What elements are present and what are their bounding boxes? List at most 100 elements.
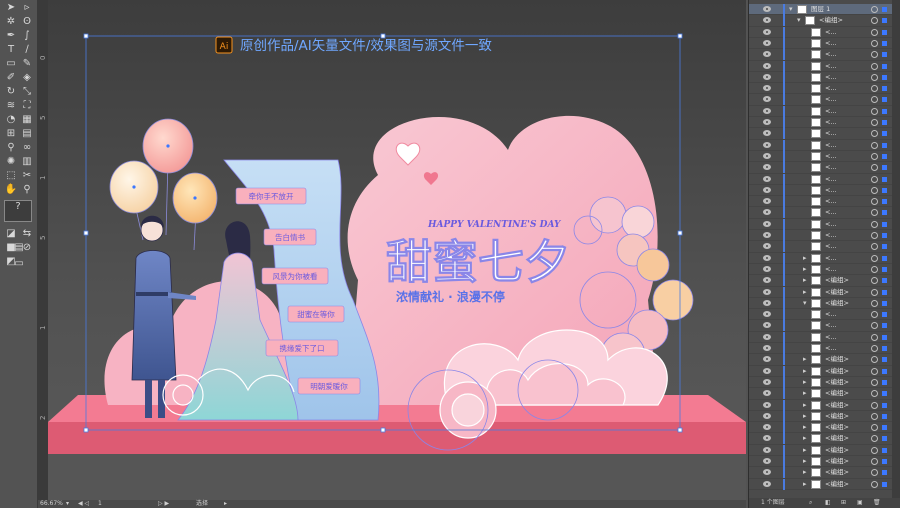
screen-mode-icon[interactable]: ▭: [12, 258, 26, 270]
prev-artboard-icon[interactable]: ◀ ◁: [78, 500, 89, 508]
selection-indicator[interactable]: [882, 402, 887, 408]
free-transform-icon[interactable]: ⛶: [20, 100, 34, 112]
expand-toggle-icon[interactable]: ▸: [803, 434, 807, 443]
perspective-grid-icon[interactable]: ▦: [20, 114, 34, 126]
hand-tool-icon[interactable]: ✋: [4, 184, 18, 196]
visibility-eye-icon[interactable]: [763, 322, 771, 329]
expand-toggle-icon[interactable]: ▸: [803, 468, 807, 477]
layer-name[interactable]: <...: [825, 72, 837, 83]
layer-row[interactable]: ▸ <编组>: [749, 275, 893, 287]
visibility-eye-icon[interactable]: [763, 220, 771, 227]
selection-indicator[interactable]: [882, 391, 887, 397]
layers-scrollbar[interactable]: [892, 0, 900, 508]
layer-row[interactable]: <...: [749, 37, 893, 50]
target-circle-icon[interactable]: [871, 62, 878, 70]
layer-row[interactable]: <...: [749, 83, 893, 95]
selection-indicator[interactable]: [882, 74, 887, 80]
selection-indicator[interactable]: [882, 187, 887, 193]
layer-row[interactable]: <...: [749, 196, 893, 208]
expand-toggle-icon[interactable]: ▸: [803, 389, 807, 398]
layer-name[interactable]: <...: [825, 332, 837, 343]
layer-name[interactable]: <...: [825, 27, 837, 38]
swap-colors-icon[interactable]: ⇆: [20, 228, 34, 240]
visibility-eye-icon[interactable]: [763, 446, 771, 453]
selection-indicator[interactable]: [882, 379, 887, 385]
layer-name[interactable]: <...: [825, 185, 837, 196]
target-circle-icon[interactable]: [871, 175, 878, 183]
selection-indicator[interactable]: [882, 108, 887, 114]
expand-toggle-icon[interactable]: ▸: [803, 288, 807, 297]
layer-row[interactable]: <...: [749, 60, 893, 72]
selection-tool-icon[interactable]: ➤: [4, 2, 18, 14]
layer-row[interactable]: <...: [749, 207, 893, 219]
expand-toggle-icon[interactable]: ▸: [803, 446, 807, 455]
magic-wand-icon[interactable]: ✲: [4, 16, 18, 28]
selection-indicator[interactable]: [882, 199, 887, 205]
selection-indicator[interactable]: [882, 233, 887, 238]
target-circle-icon[interactable]: [871, 480, 878, 488]
new-sublayer-icon[interactable]: ⊞: [841, 498, 846, 508]
selection-indicator[interactable]: [882, 165, 887, 171]
selection-indicator[interactable]: [882, 131, 887, 137]
layer-row[interactable]: ▸ <编组>: [749, 388, 893, 400]
target-circle-icon[interactable]: [871, 367, 878, 375]
layer-row[interactable]: <...: [749, 128, 893, 140]
layer-name[interactable]: <编组>: [825, 467, 849, 478]
selection-indicator[interactable]: [882, 312, 887, 318]
target-circle-icon[interactable]: [871, 141, 878, 149]
layer-row[interactable]: <...: [749, 105, 893, 118]
target-circle-icon[interactable]: [871, 299, 878, 307]
layer-row[interactable]: <...: [749, 150, 893, 163]
visibility-eye-icon[interactable]: [763, 265, 771, 272]
target-circle-icon[interactable]: [871, 243, 878, 251]
target-circle-icon[interactable]: [871, 39, 878, 47]
selection-indicator[interactable]: [882, 18, 887, 24]
visibility-eye-icon[interactable]: [763, 232, 771, 238]
visibility-eye-icon[interactable]: [763, 62, 771, 69]
target-circle-icon[interactable]: [871, 424, 878, 432]
selection-indicator[interactable]: [882, 346, 887, 351]
expand-toggle-icon[interactable]: ▸: [803, 423, 807, 432]
target-circle-icon[interactable]: [871, 446, 878, 454]
visibility-eye-icon[interactable]: [763, 152, 771, 159]
layer-name[interactable]: <...: [825, 162, 837, 173]
target-circle-icon[interactable]: [871, 356, 878, 364]
layer-row[interactable]: <...: [749, 343, 893, 355]
layer-name[interactable]: <编组>: [825, 388, 849, 399]
target-circle-icon[interactable]: [871, 265, 878, 273]
visibility-eye-icon[interactable]: [763, 480, 771, 487]
target-circle-icon[interactable]: [871, 232, 878, 239]
default-colors-icon[interactable]: ◪: [4, 228, 18, 240]
visibility-eye-icon[interactable]: [763, 254, 771, 261]
layer-name[interactable]: <编组>: [825, 287, 849, 298]
selection-indicator[interactable]: [882, 481, 887, 487]
layer-name[interactable]: <编组>: [825, 275, 849, 286]
layer-name[interactable]: <...: [825, 253, 837, 264]
zoom-dropdown-icon[interactable]: ▾: [66, 500, 69, 508]
layer-name[interactable]: <编组>: [825, 366, 849, 377]
gradient-tool-icon[interactable]: ▤: [20, 128, 34, 140]
target-circle-icon[interactable]: [871, 277, 878, 285]
layer-name[interactable]: <...: [825, 309, 837, 320]
selection-indicator[interactable]: [882, 7, 887, 12]
target-circle-icon[interactable]: [871, 28, 878, 36]
visibility-eye-icon[interactable]: [763, 28, 771, 35]
visibility-eye-icon[interactable]: [763, 73, 771, 80]
fill-stroke-swatch-icon[interactable]: ?: [4, 200, 32, 222]
layer-name[interactable]: <编组>: [825, 377, 849, 388]
visibility-eye-icon[interactable]: [763, 107, 771, 114]
lasso-tool-icon[interactable]: ʘ: [20, 16, 34, 28]
expand-toggle-icon[interactable]: ▸: [803, 412, 807, 421]
visibility-eye-icon[interactable]: [763, 288, 771, 295]
symbol-sprayer-icon[interactable]: ✺: [4, 156, 18, 168]
selection-indicator[interactable]: [882, 244, 887, 250]
visibility-eye-icon[interactable]: [763, 424, 771, 431]
layer-row[interactable]: <...: [749, 173, 893, 185]
selection-indicator[interactable]: [882, 266, 887, 272]
rotate-tool-icon[interactable]: ↻: [4, 86, 18, 98]
type-tool-icon[interactable]: T: [4, 44, 18, 56]
selection-indicator[interactable]: [882, 40, 887, 46]
visibility-eye-icon[interactable]: [763, 130, 771, 137]
target-circle-icon[interactable]: [871, 390, 878, 398]
layer-name[interactable]: <...: [825, 83, 837, 94]
